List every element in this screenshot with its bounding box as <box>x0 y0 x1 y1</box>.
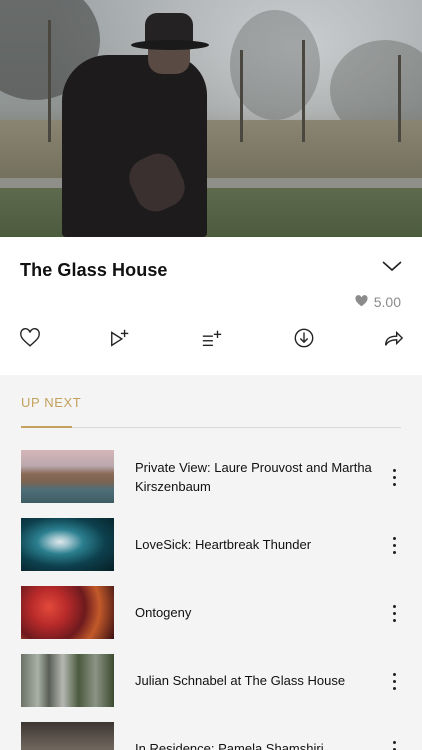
list-item-title: Ontogeny <box>135 605 192 620</box>
list-item-title: In Residence: Pamela Shamshiri <box>135 741 324 750</box>
more-options-icon[interactable] <box>384 600 404 626</box>
more-options-icon[interactable] <box>384 736 404 750</box>
list-item[interactable]: Private View: Laure Prouvost and Martha … <box>0 450 422 504</box>
more-options-icon[interactable] <box>384 464 404 490</box>
heart-icon <box>19 327 41 354</box>
more-options-icon[interactable] <box>384 532 404 558</box>
action-bar <box>0 327 422 354</box>
video-thumbnail <box>21 722 114 750</box>
tab-indicator <box>21 426 72 428</box>
rating-value: 5.00 <box>373 294 401 310</box>
video-title: The Glass House <box>20 260 168 280</box>
video-hero-image[interactable] <box>0 0 422 237</box>
play-next-button[interactable] <box>109 329 131 351</box>
download-button[interactable] <box>293 327 315 354</box>
list-item[interactable]: In Residence: Pamela Shamshiri <box>0 722 422 750</box>
list-item-title: LoveSick: Heartbreak Thunder <box>135 537 312 552</box>
more-options-icon[interactable] <box>384 668 404 694</box>
share-button[interactable] <box>382 329 404 351</box>
divider <box>72 427 401 428</box>
play-add-icon <box>109 327 131 354</box>
download-icon <box>293 327 315 354</box>
heart-filled-icon <box>355 294 368 310</box>
video-thumbnail <box>21 450 114 503</box>
list-item[interactable]: LoveSick: Heartbreak Thunder <box>0 518 422 572</box>
video-thumbnail <box>21 654 114 707</box>
rating: 5.00 <box>355 294 401 310</box>
chevron-down-icon[interactable] <box>381 259 403 273</box>
add-to-queue-button[interactable] <box>201 329 223 351</box>
up-next-tab[interactable]: UP NEXT <box>21 395 81 410</box>
list-item[interactable]: Julian Schnabel at The Glass House <box>0 654 422 708</box>
list-item[interactable]: Ontogeny <box>0 586 422 640</box>
like-button[interactable] <box>19 327 41 354</box>
list-item-title: Julian Schnabel at The Glass House <box>135 673 346 688</box>
up-next-section: UP NEXT Private View: Laure Prouvost and… <box>0 375 422 750</box>
share-icon <box>382 327 404 354</box>
queue-add-icon <box>201 327 223 354</box>
list-item-title: Private View: Laure Prouvost and Martha … <box>135 460 372 494</box>
video-info-panel: The Glass House 5.00 <box>0 237 422 375</box>
video-thumbnail <box>21 518 114 571</box>
video-thumbnail <box>21 586 114 639</box>
